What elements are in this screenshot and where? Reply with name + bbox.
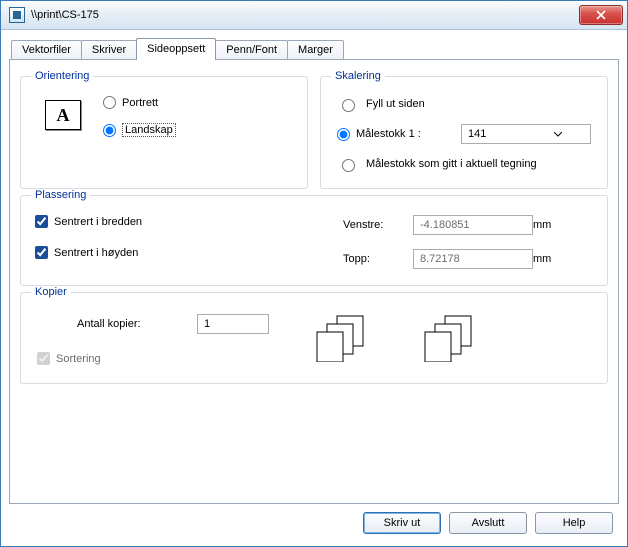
radio-landscape[interactable]: Landskap xyxy=(103,123,176,137)
legend-scaling: Skalering xyxy=(331,70,385,82)
top-input[interactable] xyxy=(413,249,533,269)
radio-scale1-input[interactable] xyxy=(337,128,350,141)
group-orientation: Orientering A Portrett Landskap xyxy=(20,70,308,189)
svg-text:2: 2 xyxy=(347,328,352,338)
tab-skriver[interactable]: Skriver xyxy=(81,40,137,60)
check-collate-input xyxy=(37,352,50,365)
close-dialog-button[interactable]: Avslutt xyxy=(449,512,527,534)
tab-page: Orientering A Portrett Landskap xyxy=(9,59,619,504)
svg-text:1: 1 xyxy=(323,350,328,360)
radio-landscape-input[interactable] xyxy=(103,124,116,137)
left-unit: mm xyxy=(533,219,573,231)
chevron-down-icon xyxy=(526,132,590,137)
dialog-footer: Skriv ut Avslutt Help xyxy=(9,504,619,540)
svg-text:3: 3 xyxy=(465,320,470,330)
print-button[interactable]: Skriv ut xyxy=(363,512,441,534)
check-center-h[interactable]: Sentrert i bredden xyxy=(35,215,142,228)
app-icon xyxy=(9,7,25,23)
scale1-value: 141 xyxy=(462,128,526,140)
check-center-v-input[interactable] xyxy=(35,246,48,259)
orientation-preview-icon: A xyxy=(45,100,81,130)
legend-placement: Plassering xyxy=(31,189,90,201)
collate-icon-1: 3 2 1 xyxy=(313,314,377,362)
radio-portrait-label: Portrett xyxy=(122,97,158,109)
window: \\print\CS-175 Vektorfiler Skriver Sideo… xyxy=(0,0,628,547)
radio-drawing-scale-input[interactable] xyxy=(342,159,355,172)
help-button[interactable]: Help xyxy=(535,512,613,534)
copies-count-input[interactable] xyxy=(197,314,269,334)
tab-vektorfiler[interactable]: Vektorfiler xyxy=(11,40,82,60)
check-collate: Sortering xyxy=(37,352,269,365)
check-collate-label: Sortering xyxy=(56,353,101,365)
check-center-h-input[interactable] xyxy=(35,215,48,228)
radio-scale1-label: Målestokk 1 : xyxy=(356,128,421,140)
window-title: \\print\CS-175 xyxy=(29,9,579,21)
close-button[interactable] xyxy=(579,5,623,25)
radio-drawing-scale-label: Målestokk som gitt i aktuell tegning xyxy=(366,158,591,170)
close-icon xyxy=(596,10,606,20)
scale1-combo[interactable]: 141 xyxy=(461,124,591,144)
svg-text:3: 3 xyxy=(357,320,362,330)
tab-sideoppsett[interactable]: Sideoppsett xyxy=(136,38,216,60)
radio-portrait[interactable]: Portrett xyxy=(103,96,176,109)
svg-text:1: 1 xyxy=(431,350,436,360)
left-label: Venstre: xyxy=(343,219,413,231)
top-label: Topp: xyxy=(343,253,413,265)
tab-strip: Vektorfiler Skriver Sideoppsett Penn/Fon… xyxy=(11,38,619,60)
legend-orientation: Orientering xyxy=(31,70,93,82)
top-unit: mm xyxy=(533,253,573,265)
check-center-h-label: Sentrert i bredden xyxy=(54,216,142,228)
tab-pennfont[interactable]: Penn/Font xyxy=(215,40,288,60)
check-center-v-label: Sentrert i høyden xyxy=(54,247,138,259)
radio-portrait-input[interactable] xyxy=(103,96,116,109)
radio-drawing-scale[interactable]: Målestokk som gitt i aktuell tegning xyxy=(337,156,591,172)
group-scaling: Skalering Fyll ut siden Målestokk 1 : xyxy=(320,70,608,189)
group-copies: Kopier Antall kopier: Sortering xyxy=(20,286,608,384)
left-input[interactable] xyxy=(413,215,533,235)
titlebar: \\print\CS-175 xyxy=(1,1,627,30)
radio-fit[interactable]: Fyll ut siden xyxy=(337,96,591,112)
tab-marger[interactable]: Marger xyxy=(287,40,344,60)
legend-copies: Kopier xyxy=(31,286,71,298)
svg-text:2: 2 xyxy=(455,328,460,338)
collate-icon-2: 3 2 1 xyxy=(421,314,485,362)
radio-fit-input[interactable] xyxy=(342,99,355,112)
copies-count-label: Antall kopier: xyxy=(37,318,185,330)
client-area: Vektorfiler Skriver Sideoppsett Penn/Fon… xyxy=(1,30,627,546)
radio-fit-label: Fyll ut siden xyxy=(366,98,591,110)
radio-landscape-label: Landskap xyxy=(122,123,176,137)
group-placement: Plassering Sentrert i bredden Sentrert i… xyxy=(20,189,608,286)
check-center-v[interactable]: Sentrert i høyden xyxy=(35,246,142,259)
radio-scale1[interactable]: Målestokk 1 : xyxy=(337,128,453,141)
